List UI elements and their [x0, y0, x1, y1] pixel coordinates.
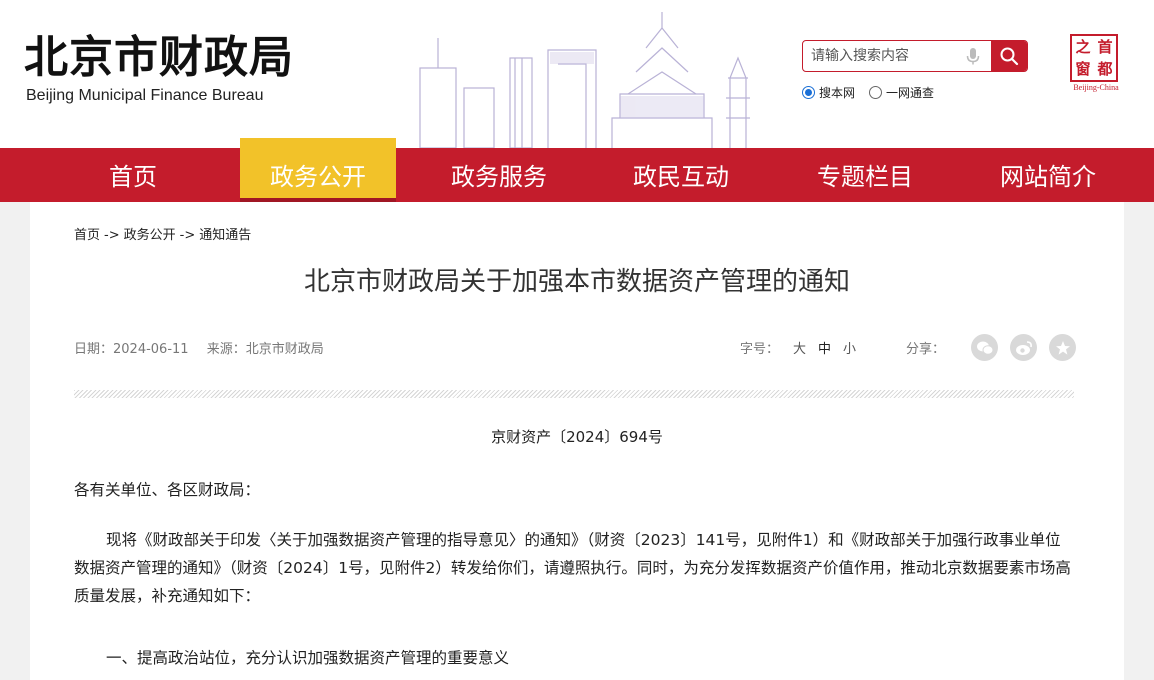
beijing-skyline-illustration: [419, 12, 750, 148]
breadcrumb-separator: ->: [104, 228, 120, 243]
font-size-medium[interactable]: 中: [818, 338, 831, 357]
microphone-icon[interactable]: [963, 46, 983, 66]
capital-window-seal-logo[interactable]: 之 首 窗 都 Beijing-China: [1070, 34, 1122, 92]
site-logo-subtitle: Beijing Municipal Finance Bureau: [26, 87, 264, 104]
nav-item-home[interactable]: 首页: [42, 148, 224, 202]
breadcrumb-separator: ->: [179, 228, 196, 243]
seal-char: 都: [1097, 60, 1113, 78]
search-scope-site-label: 搜本网: [819, 86, 856, 100]
seal-char: 窗: [1075, 60, 1091, 78]
seal-char: 首: [1097, 38, 1113, 56]
nav-item-government-affairs[interactable]: 政务公开: [240, 138, 396, 204]
breadcrumb-home[interactable]: 首页: [74, 228, 100, 243]
article-meta: 日期：2024-06-11 来源：北京市财政局: [74, 338, 338, 357]
share-weibo-button[interactable]: [1010, 334, 1038, 361]
font-size-small[interactable]: 小: [843, 338, 856, 357]
wechat-icon: [976, 341, 994, 355]
breadcrumb-notices[interactable]: 通知通告: [199, 228, 251, 243]
radio-selected-indicator: [802, 86, 815, 99]
nav-item-about[interactable]: 网站简介: [956, 148, 1140, 202]
weibo-icon: [1015, 340, 1032, 355]
site-logo-title[interactable]: 北京市财政局: [24, 30, 294, 86]
search-icon: [1000, 47, 1019, 66]
share-favorite-button[interactable]: [1049, 334, 1077, 361]
search-scope-all-label: 一网通查: [886, 86, 935, 100]
search-button[interactable]: [991, 41, 1027, 71]
article-paragraph: 现将《财政部关于印发〈关于加强数据资产管理的指导意见〉的通知》（财资〔2023〕…: [74, 531, 1071, 605]
breadcrumb-government-affairs[interactable]: 政务公开: [124, 228, 176, 243]
seal-char: 之: [1075, 38, 1091, 56]
article-source: 来源：北京市财政局: [206, 342, 324, 357]
star-icon: [1055, 340, 1070, 355]
radio-unselected-indicator: [869, 86, 883, 99]
nav-item-topics[interactable]: 专题栏目: [774, 148, 956, 202]
search-scope-group: 搜本网 一网通查: [802, 84, 948, 101]
seal-caption: Beijing-China: [1073, 83, 1119, 92]
article-container: 首页 -> 政务公开 -> 通知通告 北京市财政局关于加强本市数据资产管理的通知 日期：…: [30, 202, 1124, 680]
search-scope-all-radio[interactable]: 一网通查: [869, 84, 934, 101]
font-size-label: 字号：: [740, 342, 780, 357]
search-scope-site-radio[interactable]: 搜本网: [802, 84, 855, 101]
font-size-large[interactable]: 大: [793, 338, 806, 357]
article-date: 日期：2024-06-11: [74, 342, 189, 357]
article-divider: [74, 390, 1074, 398]
search-box: [802, 40, 1028, 72]
article-section-heading: 一、提高政治站位，充分认识加强数据资产管理的重要意义: [106, 649, 510, 667]
share-label: 分享：: [906, 342, 946, 357]
nav-item-services[interactable]: 政务服务: [408, 148, 590, 202]
document-number: 京财资产〔2024〕694号: [491, 428, 663, 446]
share-wechat-button[interactable]: [971, 334, 999, 361]
font-size-control: 字号： 大 中 小: [740, 338, 868, 357]
site-header: 北京市财政局 Beijing Municipal Finance Bureau …: [0, 0, 1154, 148]
breadcrumb: 首页 -> 政务公开 -> 通知通告: [74, 224, 251, 243]
main-nav: 首页 政务公开 政务服务 政民互动 专题栏目 网站简介: [0, 138, 1154, 204]
nav-item-interaction[interactable]: 政民互动: [590, 148, 772, 202]
article-salutation: 各有关单位、各区财政局：: [74, 481, 261, 499]
share-bar: 分享：: [906, 334, 1088, 361]
article-title: 北京市财政局关于加强本市数据资产管理的通知: [303, 267, 850, 297]
